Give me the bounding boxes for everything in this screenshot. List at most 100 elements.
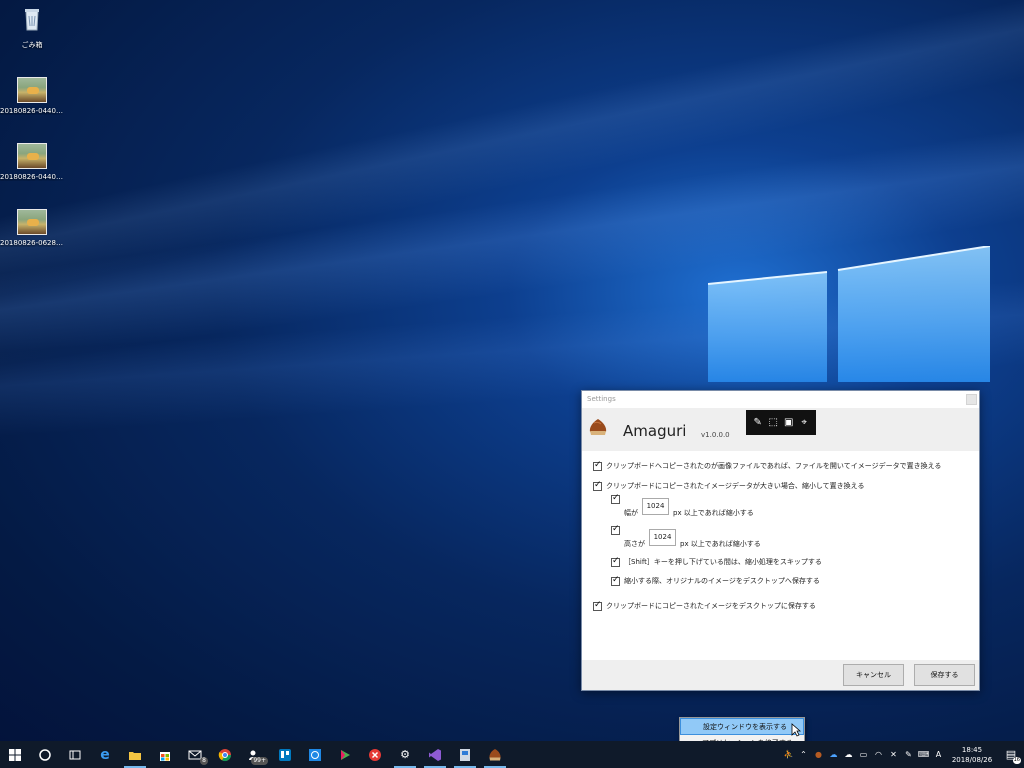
desktop-icon-label: 20180826-04403... bbox=[0, 173, 64, 181]
media-icon bbox=[341, 749, 350, 760]
taskbar-app-mail[interactable]: 8 bbox=[180, 741, 210, 768]
recycle-bin-icon bbox=[25, 9, 39, 31]
option-shrink-large[interactable]: クリップボードにコピーされたイメージデータが大きい場合、縮小して置き換える bbox=[593, 480, 864, 491]
clock-date: 2018/08/26 bbox=[951, 755, 993, 764]
cloud-icon[interactable]: ☁ bbox=[841, 750, 856, 759]
cortana-button[interactable] bbox=[30, 741, 60, 768]
app-version: v1.0.0.0 bbox=[701, 431, 730, 439]
mouse-cursor-icon bbox=[791, 723, 801, 737]
taskbar-app-generic[interactable] bbox=[450, 741, 480, 768]
task-view-button[interactable] bbox=[60, 741, 90, 768]
people-badge: 99+ bbox=[251, 757, 268, 765]
action-center-button[interactable]: ▤ 16 bbox=[998, 741, 1024, 768]
onedrive-icon[interactable]: ☁ bbox=[826, 750, 841, 759]
store-icon bbox=[160, 751, 170, 761]
chestnut-logo-icon bbox=[589, 419, 607, 435]
taskbar-app-media[interactable] bbox=[330, 741, 360, 768]
windows-logo-wallpaper bbox=[708, 246, 990, 382]
close-button[interactable] bbox=[966, 394, 977, 405]
button-bar: キャンセル 保存する bbox=[582, 660, 979, 690]
checkbox[interactable] bbox=[611, 493, 620, 504]
amaguri-icon bbox=[489, 748, 501, 760]
taskbar-app-people[interactable]: 99+ bbox=[240, 741, 270, 768]
image-file-icon bbox=[17, 209, 47, 235]
window-capture-icon[interactable]: ▣ bbox=[783, 417, 795, 429]
settings-icon: ⚙ bbox=[400, 748, 410, 761]
desktop-icon-image[interactable]: 20180826-04403... bbox=[0, 77, 64, 115]
cancel-button[interactable]: キャンセル bbox=[843, 664, 904, 686]
option-label: クリップボードへコピーされたのが画像ファイルであれば、ファイルを開いてイメージデ… bbox=[606, 462, 942, 470]
height-prefix: 高さが bbox=[624, 540, 645, 548]
app-icon bbox=[460, 748, 470, 761]
keyboard-icon[interactable]: ⌨ bbox=[916, 750, 931, 759]
menu-item-show-settings[interactable]: 設定ウィンドウを表示する bbox=[680, 718, 804, 735]
width-prefix: 幅が bbox=[624, 509, 638, 517]
height-suffix: px 以上であれば縮小する bbox=[680, 540, 761, 548]
taskbar-app-store[interactable] bbox=[150, 741, 180, 768]
option-shift-skip[interactable]: ［Shift］キーを押し下げている間は、縮小処理をスキップする bbox=[611, 556, 822, 567]
width-suffix: px 以上であれば縮小する bbox=[673, 509, 754, 517]
desktop-icon-recycle-bin[interactable]: ごみ箱 bbox=[0, 6, 64, 50]
option-replace-file[interactable]: クリップボードへコピーされたのが画像ファイルであれば、ファイルを開いてイメージデ… bbox=[593, 460, 942, 471]
options-panel: クリップボードへコピーされたのが画像ファイルであれば、ファイルを開いてイメージデ… bbox=[582, 451, 979, 659]
option-label: クリップボードにコピーされたイメージをデスクトップに保存する bbox=[606, 602, 816, 610]
app-name: Amaguri bbox=[623, 422, 687, 440]
taskbar-app-explorer[interactable] bbox=[120, 741, 150, 768]
checkbox[interactable] bbox=[593, 600, 602, 611]
desktop-icon-image[interactable]: 20180826-04403... bbox=[0, 143, 64, 181]
clock[interactable]: 18:45 2018/08/26 bbox=[946, 745, 998, 765]
save-button[interactable]: 保存する bbox=[914, 664, 975, 686]
visual-studio-icon bbox=[429, 748, 441, 761]
mail-badge: 8 bbox=[200, 757, 208, 765]
option-height[interactable]: 高さが 1024 px 以上であれば縮小する bbox=[611, 524, 761, 549]
person-icon[interactable]: ⛹ bbox=[781, 750, 796, 759]
title-bar: Settings bbox=[582, 391, 979, 408]
taskbar-app-trello[interactable] bbox=[270, 741, 300, 768]
option-label: 縮小する際、オリジナルのイメージをデスクトップへ保存する bbox=[624, 577, 820, 585]
taskbar-app-close[interactable] bbox=[360, 741, 390, 768]
close-app-icon bbox=[369, 748, 381, 761]
screen-clip-icon[interactable]: ⬚ bbox=[767, 417, 779, 429]
wifi-icon[interactable]: ◠ bbox=[871, 750, 886, 759]
timer-icon bbox=[309, 748, 321, 761]
desktop-icon-image[interactable]: 20180826-06285... bbox=[0, 209, 64, 247]
clock-time: 18:45 bbox=[961, 745, 983, 754]
capture-toolbar: ✎ ⬚ ▣ ⌖ bbox=[746, 410, 816, 435]
mute-icon[interactable]: ✕ bbox=[886, 750, 901, 759]
chevron-up-icon[interactable]: ⌃ bbox=[796, 750, 811, 759]
taskbar: e 8 99+ ⚙ ⛹ ⌃ ● ☁ ☁ ▭ ◠ ✕ ✎ ⌨ A 18:45 20… bbox=[0, 741, 1024, 768]
checkbox[interactable] bbox=[611, 556, 620, 567]
option-label: ［Shift］キーを押し下げている間は、縮小処理をスキップする bbox=[624, 558, 822, 566]
option-save-original[interactable]: 縮小する際、オリジナルのイメージをデスクトップへ保存する bbox=[611, 575, 820, 586]
system-tray: ⛹ ⌃ ● ☁ ☁ ▭ ◠ ✕ ✎ ⌨ A 18:45 2018/08/26 ▤… bbox=[781, 741, 1024, 768]
chrome-icon bbox=[218, 748, 231, 761]
checkbox[interactable] bbox=[593, 480, 602, 491]
start-button[interactable] bbox=[0, 741, 30, 768]
taskbar-app-chrome[interactable] bbox=[210, 741, 240, 768]
window-title: Settings bbox=[587, 395, 616, 403]
trello-icon bbox=[279, 748, 291, 761]
taskbar-app-visual-studio[interactable] bbox=[420, 741, 450, 768]
image-file-icon bbox=[17, 77, 47, 103]
taskbar-app-timer[interactable] bbox=[300, 741, 330, 768]
edit-icon[interactable]: ✎ bbox=[752, 417, 764, 429]
pen-icon[interactable]: ✎ bbox=[901, 750, 916, 759]
desktop-icon-label: 20180826-06285... bbox=[0, 239, 64, 247]
width-input[interactable]: 1024 bbox=[642, 498, 669, 515]
battery-icon[interactable]: ▭ bbox=[856, 750, 871, 759]
checkbox[interactable] bbox=[593, 460, 602, 471]
checkbox[interactable] bbox=[611, 575, 620, 586]
image-file-icon bbox=[17, 143, 47, 169]
taskbar-app-amaguri[interactable] bbox=[480, 741, 510, 768]
taskbar-app-edge[interactable]: e bbox=[90, 741, 120, 768]
taskbar-app-settings[interactable]: ⚙ bbox=[390, 741, 420, 768]
ime-icon[interactable]: A bbox=[931, 750, 946, 759]
start-icon bbox=[9, 748, 21, 761]
checkbox[interactable] bbox=[611, 524, 620, 535]
pin-icon[interactable]: ⌖ bbox=[798, 417, 810, 429]
option-width[interactable]: 幅が 1024 px 以上であれば縮小する bbox=[611, 493, 754, 518]
height-input[interactable]: 1024 bbox=[649, 529, 676, 546]
option-save-to-desktop[interactable]: クリップボードにコピーされたイメージをデスクトップに保存する bbox=[593, 600, 816, 611]
amaguri-tray-icon[interactable]: ● bbox=[811, 750, 826, 759]
file-explorer-icon bbox=[129, 751, 141, 760]
